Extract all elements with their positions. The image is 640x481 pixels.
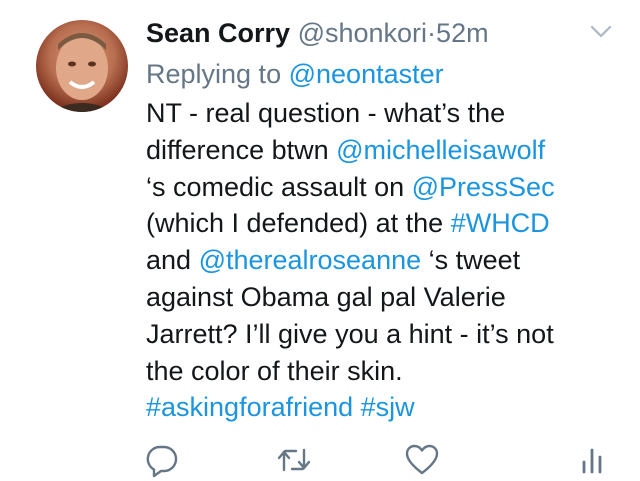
retweet-icon[interactable] (276, 442, 312, 478)
chevron-down-icon[interactable] (590, 24, 612, 40)
action-bar (146, 442, 616, 478)
tweet-text-line: ‘s comedic assault on @PressSec (146, 169, 616, 206)
tweet-text-segment: against Obama gal pal Valerie (146, 281, 506, 312)
avatar-image (50, 33, 114, 112)
hashtag-link[interactable]: #askingforafriend (146, 392, 353, 422)
tweet-text-segment: ‘s tweet (421, 245, 521, 276)
tweet-text-segment: Jarrett? I’ll give you a hint - it’s not (146, 318, 554, 349)
tweet-text-line: NT - real question - what’s the (146, 95, 616, 132)
mention-link[interactable]: @therealroseanne (199, 245, 422, 275)
tweet-text-line: difference btwn @michelleisawolf (146, 132, 616, 169)
tweet-text-line: and @therealroseanne ‘s tweet (146, 242, 616, 279)
hashtag-link[interactable]: #sjw (361, 392, 415, 422)
replying-to-label: Replying to (146, 59, 282, 89)
author-handle[interactable]: @shonkori (298, 18, 427, 48)
tweet-text-line: the color of their skin. (146, 353, 616, 390)
tweet-text-segment: NT - real question - what’s the (146, 98, 506, 128)
tweet-text-segment: (which I defended) at the (146, 208, 451, 239)
tweet-header: Sean Corry @shonkori·52m (146, 14, 590, 52)
tweet-text-line: (which I defended) at the #WHCD (146, 205, 616, 242)
tweet-text-segment (353, 392, 361, 422)
hashtag-link[interactable]: #WHCD (451, 208, 550, 238)
heart-icon[interactable] (404, 442, 440, 478)
tweet-text-segment: and (146, 245, 199, 276)
tweet-text-line: against Obama gal pal Valerie (146, 279, 616, 316)
tweet-text-segment: the color of their skin. (146, 355, 403, 386)
separator-dot: · (427, 18, 437, 48)
tweet-text-segment: difference btwn (146, 134, 337, 165)
replying-to: Replying to @neontaster (146, 55, 444, 93)
mention-link[interactable]: @michelleisawolf (336, 135, 545, 165)
avatar[interactable] (36, 20, 128, 112)
tweet-text: NT - real question - what’s the differenc… (146, 95, 616, 426)
tweet-text-segment: ‘s comedic assault on (146, 171, 412, 202)
timestamp[interactable]: 52m (436, 18, 489, 48)
mention-link[interactable]: @PressSec (412, 172, 555, 202)
analytics-icon[interactable] (574, 442, 610, 478)
tweet-text-line: #askingforafriend #sjw (146, 389, 616, 426)
tweet-text-line: Jarrett? I’ll give you a hint - it’s not (146, 316, 616, 353)
replying-to-handle[interactable]: @neontaster (289, 59, 444, 89)
author-name[interactable]: Sean Corry (146, 18, 290, 48)
reply-icon[interactable] (144, 442, 180, 478)
